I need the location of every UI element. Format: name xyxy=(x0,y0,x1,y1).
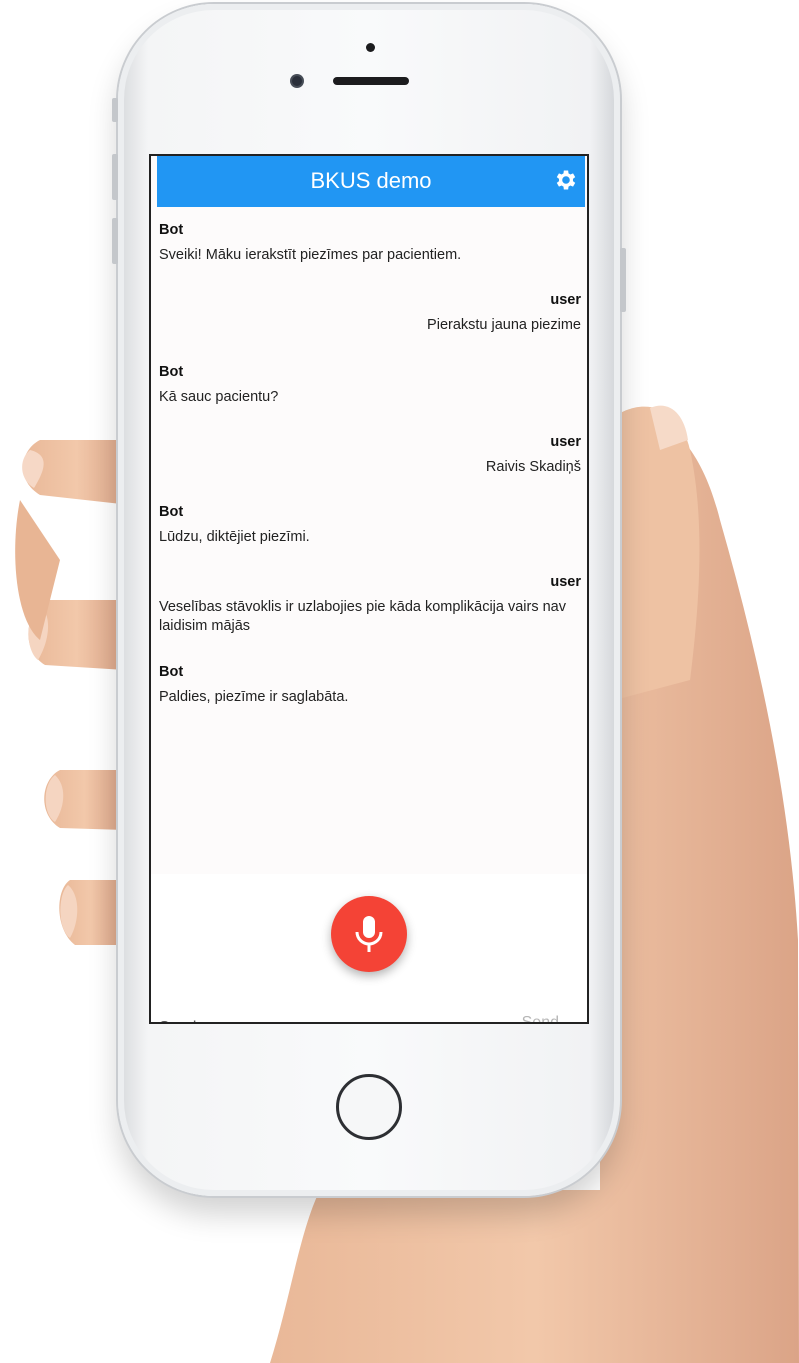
microphone-button[interactable] xyxy=(331,896,407,972)
message-text: Sveiki! Māku ierakstīt piezīmes par paci… xyxy=(159,247,462,263)
app-title: BKUS demo xyxy=(310,168,432,193)
app-window: BKUS demo Bot Sveiki! Māku ierakstīt pie… xyxy=(151,156,587,1022)
message-bot: Bot Paldies, piezīme ir saglabāta. xyxy=(159,664,581,707)
home-button[interactable] xyxy=(336,1074,402,1140)
power-button xyxy=(620,248,626,312)
message-sender: Bot xyxy=(159,364,184,380)
message-user: user Veselības stāvoklis ir uzlabojies p… xyxy=(159,574,581,636)
send-button[interactable]: Send xyxy=(522,1014,559,1022)
volume-down-button xyxy=(112,218,118,264)
message-text: Paldies, piezīme ir saglabāta. xyxy=(159,689,349,705)
message-text: Lūdzu, diktējiet piezīmi. xyxy=(159,529,310,545)
message-sender: user xyxy=(550,574,581,590)
message-sender: user xyxy=(550,292,581,308)
message-input[interactable] xyxy=(157,1014,491,1022)
message-text: Veselības stāvoklis ir uzlabojies pie kā… xyxy=(159,599,566,634)
message-bot: Bot Lūdzu, diktējiet piezīmi. xyxy=(159,504,581,547)
volume-up-button xyxy=(112,154,118,200)
microphone-icon xyxy=(355,916,383,952)
front-camera xyxy=(292,76,302,86)
message-bot: Bot Kā sauc pacientu? xyxy=(159,364,581,407)
message-text: Raivis Skadiņš xyxy=(485,459,581,475)
message-text: Pierakstu jauna piezime xyxy=(427,317,581,333)
gear-icon[interactable] xyxy=(553,167,579,193)
phone-screen: BKUS demo Bot Sveiki! Māku ierakstīt pie… xyxy=(149,154,589,1024)
message-bot: Bot Sveiki! Māku ierakstīt piezīmes par … xyxy=(159,222,581,265)
message-sender: user xyxy=(550,434,581,450)
message-user: user Raivis Skadiņš xyxy=(159,434,581,477)
earpiece-speaker xyxy=(333,77,409,85)
message-sender: Bot xyxy=(159,664,184,680)
proximity-sensor xyxy=(366,43,375,52)
message-sender: Bot xyxy=(159,222,184,238)
app-header: BKUS demo xyxy=(157,156,585,207)
message-user: user Pierakstu jauna piezime xyxy=(159,292,581,335)
message-text: Kā sauc pacientu? xyxy=(159,389,279,405)
side-button xyxy=(112,98,118,122)
input-area: Send xyxy=(151,874,587,1022)
message-sender: Bot xyxy=(159,504,184,520)
